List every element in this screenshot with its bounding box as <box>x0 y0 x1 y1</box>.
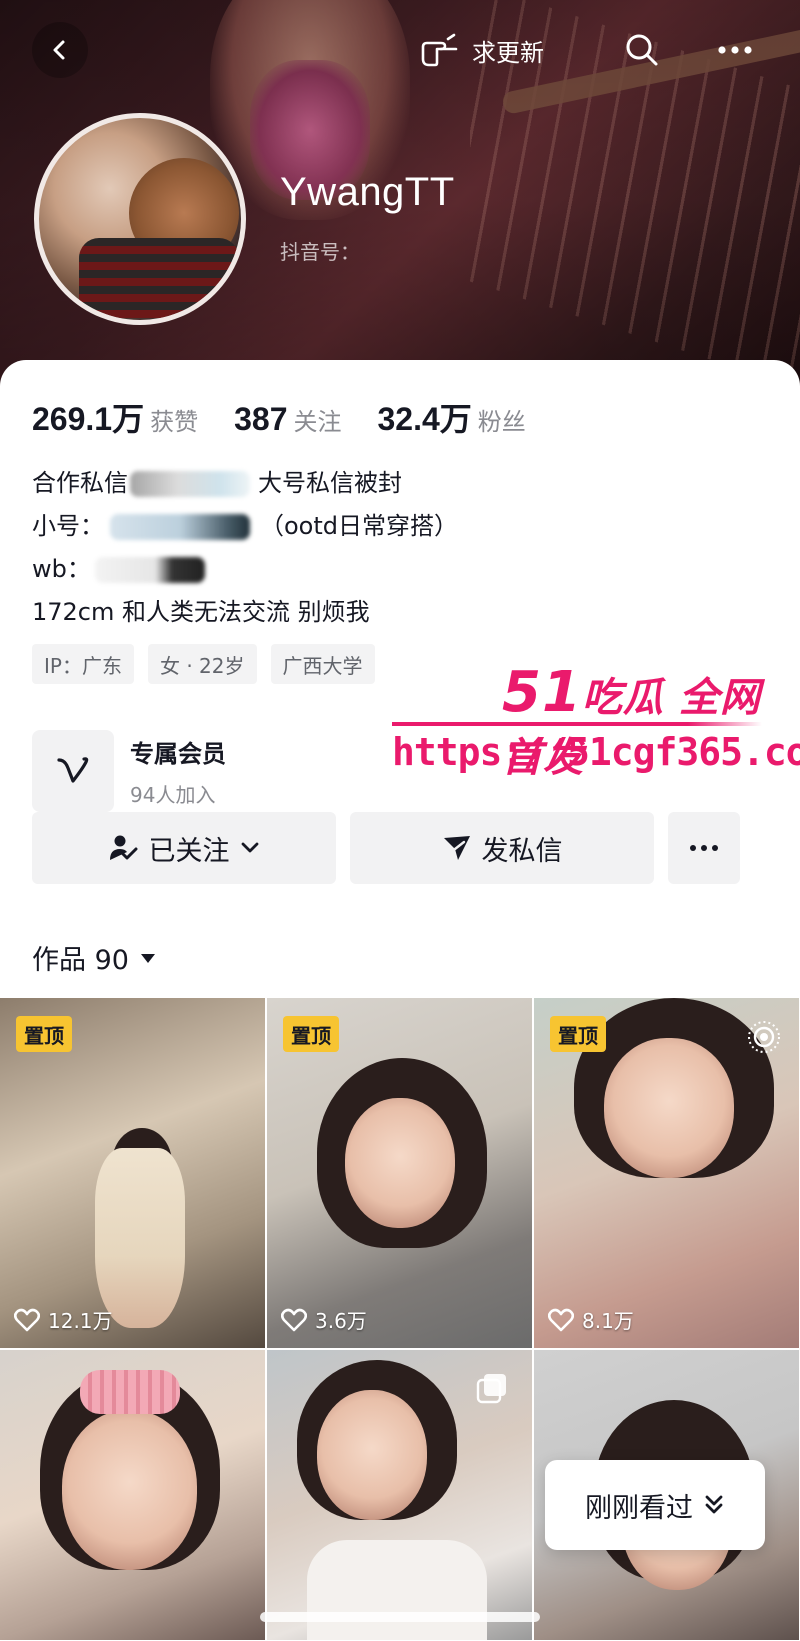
more-dots-icon <box>718 46 752 54</box>
watermark-brand-num: 51 <box>502 660 582 725</box>
user-check-icon <box>109 835 137 860</box>
stat-likes-value: 269.1万 <box>32 401 145 437</box>
video-tile[interactable]: 置顶 12.1万 <box>0 998 265 1348</box>
send-icon <box>443 836 470 860</box>
membership-title: 专属会员 <box>130 740 226 768</box>
tile-figure-top <box>307 1540 487 1640</box>
pinned-badge: 置顶 <box>16 1016 72 1052</box>
works-label: 作品 90 <box>32 945 129 976</box>
more-dots-icon <box>690 845 718 851</box>
works-tab[interactable]: 作品 90 <box>32 938 157 977</box>
hair-roller <box>80 1370 180 1414</box>
profile-banner: 求更新 YwangTT 抖音号： <box>0 0 800 400</box>
tile-likes: 8.1万 <box>548 1305 634 1334</box>
stats-row: 269.1万 获赞 387 关注 32.4万 粉丝 <box>32 394 562 440</box>
pinned-badge: 置顶 <box>550 1016 606 1052</box>
request-update-button[interactable]: 求更新 <box>420 30 544 70</box>
double-chevron-down-icon <box>705 1495 723 1514</box>
stat-following[interactable]: 387 关注 <box>234 401 341 438</box>
message-label: 发私信 <box>481 835 563 867</box>
bio-line-1-suffix: 大号私信被封 <box>258 469 402 497</box>
stat-following-label: 关注 <box>293 408 342 436</box>
search-icon <box>626 34 658 66</box>
membership-text: 专属会员 94人加入 <box>130 734 226 808</box>
home-indicator[interactable] <box>260 1612 540 1622</box>
bio: 合作私信 大号私信被封 小号： （ootd日常穿搭） wb： 172cm 和人类无法… <box>32 462 772 634</box>
nickname: YwangTT <box>280 170 455 214</box>
bio-line-2-suffix: （ootd日常穿搭） <box>260 512 459 540</box>
bio-line-1-prefix: 合作私信 <box>32 469 128 497</box>
follow-button[interactable]: 已关注 <box>32 812 336 884</box>
tile-figure-face <box>345 1098 455 1228</box>
tile-figure <box>95 1148 185 1328</box>
avatar-sweater <box>79 238 239 318</box>
redacted-text <box>130 471 250 497</box>
redacted-text <box>110 514 250 540</box>
heart-icon <box>14 1308 40 1331</box>
video-tile[interactable] <box>267 1350 532 1640</box>
more-actions-button[interactable] <box>668 812 740 884</box>
video-tile[interactable]: 置顶 3.6万 <box>267 998 532 1348</box>
pointing-hand-icon <box>421 33 458 67</box>
tag-ip: IP：广东 <box>32 644 134 684</box>
video-tile[interactable]: 置顶 8.1万 <box>534 998 799 1348</box>
tile-likes-count: 12.1万 <box>48 1309 113 1333</box>
tag-gender-age: 女 · 22岁 <box>147 644 257 684</box>
watermark-url: https://51cgf365.com <box>392 730 800 774</box>
tile-figure-face <box>317 1390 427 1520</box>
tile-figure-face <box>62 1410 197 1570</box>
message-button[interactable]: 发私信 <box>350 812 654 884</box>
bio-line-2: 小号： （ootd日常穿搭） <box>32 505 772 548</box>
pinned-badge: 置顶 <box>283 1016 339 1052</box>
bio-line-2-prefix: 小号： <box>32 512 104 540</box>
profile-tags: IP：广东 女 · 22岁 广西大学 <box>32 644 375 684</box>
membership-subtitle: 94人加入 <box>130 783 216 807</box>
live-photo-icon <box>748 1021 780 1053</box>
tile-likes-count: 3.6万 <box>315 1309 367 1333</box>
recently-viewed-button[interactable]: 刚刚看过 <box>545 1460 765 1550</box>
action-row: 已关注 发私信 <box>32 812 772 884</box>
bio-line-3: wb： <box>32 548 772 591</box>
stat-followers-value: 32.4万 <box>377 401 472 437</box>
tile-likes: 3.6万 <box>281 1305 367 1334</box>
stat-likes-label: 获赞 <box>150 408 199 436</box>
follow-label: 已关注 <box>148 835 230 867</box>
heart-icon <box>281 1308 307 1331</box>
chevron-left-icon <box>53 40 65 60</box>
membership-v-icon <box>32 730 114 812</box>
request-update-label: 求更新 <box>472 38 544 67</box>
back-button[interactable] <box>32 22 88 78</box>
bio-line-4: 172cm 和人类无法交流 别烦我 <box>32 598 370 626</box>
search-button[interactable] <box>620 28 664 72</box>
redacted-text <box>94 557 205 583</box>
stat-followers-label: 粉丝 <box>477 408 526 436</box>
tile-figure-face <box>604 1038 734 1178</box>
bio-line-1: 合作私信 大号私信被封 <box>32 462 772 505</box>
tag-school[interactable]: 广西大学 <box>270 644 375 684</box>
chevron-down-icon <box>241 842 258 853</box>
watermark-line <box>392 722 762 726</box>
more-button[interactable] <box>710 28 760 72</box>
heart-icon <box>548 1308 574 1331</box>
top-bar: 求更新 <box>0 18 800 82</box>
stat-likes: 269.1万 获赞 <box>32 394 198 440</box>
watermark: 51吃瓜 全网首发 https://51cgf365.com <box>392 660 800 820</box>
douyin-id: 抖音号： <box>280 240 360 264</box>
recently-viewed-label: 刚刚看过 <box>585 1492 693 1524</box>
stat-followers[interactable]: 32.4万 粉丝 <box>377 394 525 440</box>
video-tile[interactable] <box>0 1350 265 1640</box>
bio-line-3-prefix: wb： <box>32 555 91 583</box>
multi-image-icon <box>476 1374 506 1404</box>
tile-likes-count: 8.1万 <box>582 1309 634 1333</box>
profile-card: 269.1万 获赞 387 关注 32.4万 粉丝 合作私信 大号私信被封 小号：… <box>0 360 800 1641</box>
caret-down-icon <box>140 953 155 963</box>
avatar[interactable] <box>34 113 246 325</box>
tile-likes: 12.1万 <box>14 1305 113 1334</box>
stat-following-value: 387 <box>234 401 288 437</box>
